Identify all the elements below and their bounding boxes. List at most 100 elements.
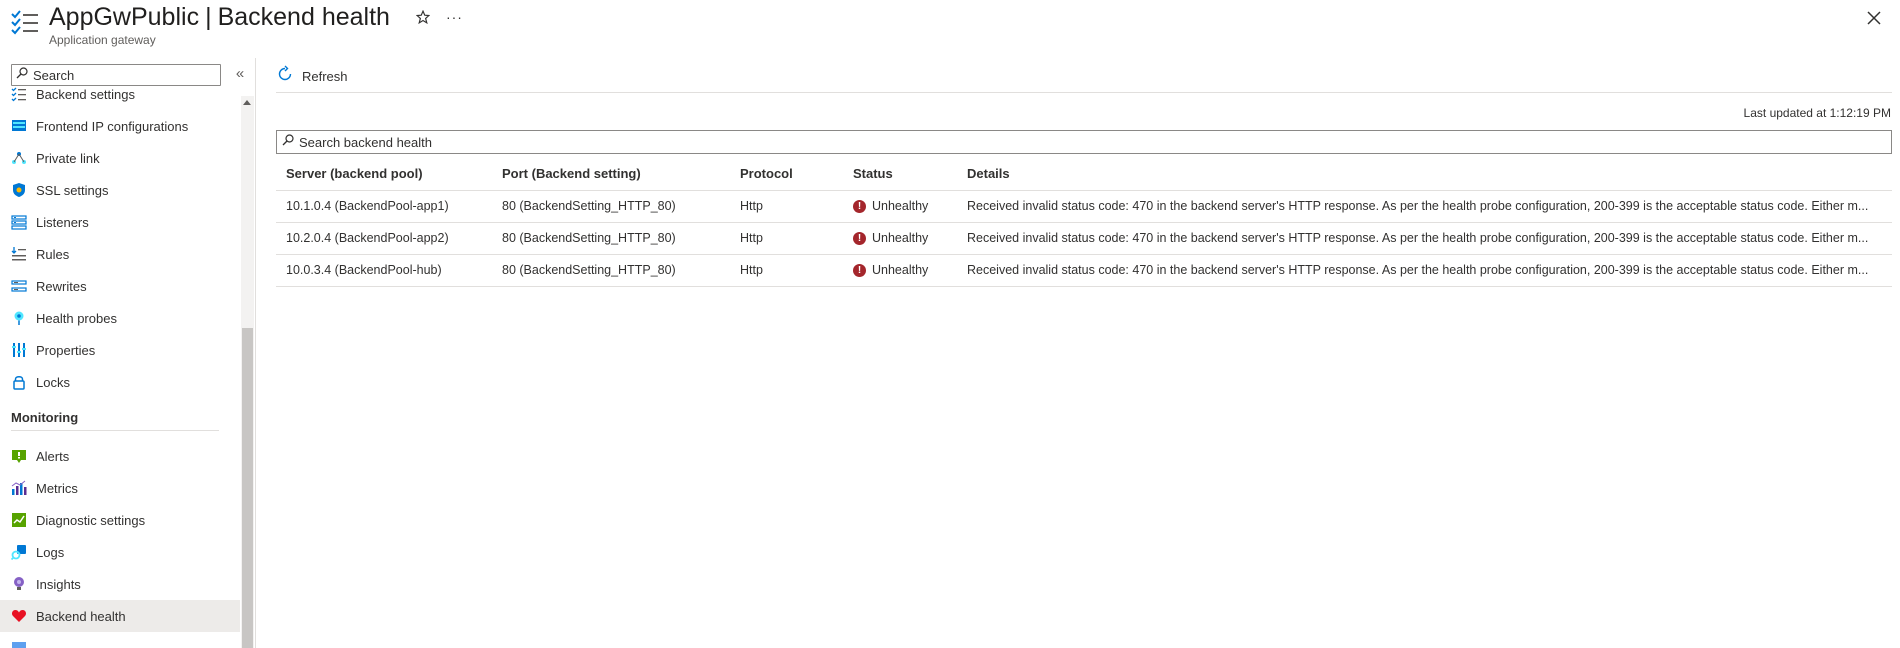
frontend-ip-icon xyxy=(11,118,27,134)
resource-type-subtitle: Application gateway xyxy=(49,33,156,47)
error-icon: ! xyxy=(853,199,866,213)
menu-item-label: Diagnostic settings xyxy=(36,512,146,528)
server-cell: 10.1.0.4 (BackendPool-app1) xyxy=(276,189,492,222)
menu-search-input[interactable] xyxy=(33,67,213,83)
refresh-label: Refresh xyxy=(302,68,348,84)
refresh-icon xyxy=(276,65,294,88)
favorite-star-icon[interactable] xyxy=(412,6,434,28)
more-options-button[interactable]: ··· xyxy=(446,10,463,24)
column-header-details[interactable]: Details xyxy=(957,158,1892,190)
properties-icon xyxy=(11,342,27,358)
menu-item-label: Health probes xyxy=(36,310,117,326)
menu-item-properties[interactable]: Properties xyxy=(0,334,240,366)
status-cell: ! Unhealthy xyxy=(843,189,957,222)
toolbar-divider xyxy=(276,92,1892,93)
listeners-icon xyxy=(11,214,27,230)
column-header-status[interactable]: Status xyxy=(843,158,957,190)
backend-health-table: Server (backend pool) Port (Backend sett… xyxy=(276,158,1892,287)
lock-icon xyxy=(11,374,27,390)
menu-item-label: Listeners xyxy=(36,214,89,230)
menu-item-label: Backend settings xyxy=(36,86,136,102)
menu-item-label: Backend health xyxy=(36,608,126,624)
menu-item-backend-health[interactable]: Backend health xyxy=(0,600,240,632)
search-icon xyxy=(16,66,28,84)
column-header-port[interactable]: Port (Backend setting) xyxy=(492,158,730,190)
collapse-menu-button[interactable]: « xyxy=(232,64,248,84)
menu-item-label: Alerts xyxy=(36,448,70,464)
menu-item-label: SSL settings xyxy=(36,182,109,198)
private-link-icon xyxy=(11,150,27,166)
protocol-cell: Http xyxy=(730,253,843,287)
menu-list: Backend settings Frontend IP configurati… xyxy=(0,86,240,648)
menu-item-listeners[interactable]: Listeners xyxy=(0,206,240,238)
menu-item-diagnostic-settings[interactable]: Diagnostic settings xyxy=(0,504,240,536)
search-icon xyxy=(282,133,294,151)
ssl-shield-icon xyxy=(11,182,27,198)
diagnostic-settings-icon xyxy=(11,512,27,528)
table-row[interactable]: 10.2.0.4 (BackendPool-app2) 80 (BackendS… xyxy=(276,221,1892,254)
section-divider xyxy=(11,430,219,431)
logs-icon xyxy=(11,544,27,560)
title-bar: AppGwPublic | Backend health ··· xyxy=(49,1,463,33)
table-row[interactable]: 10.0.3.4 (BackendPool-hub) 80 (BackendSe… xyxy=(276,253,1892,287)
menu-item-rules[interactable]: Rules xyxy=(0,238,240,270)
partial-item-icon xyxy=(11,640,27,648)
column-header-server[interactable]: Server (backend pool) xyxy=(276,158,492,190)
status-text: Unhealthy xyxy=(872,263,929,277)
port-cell: 80 (BackendSetting_HTTP_80) xyxy=(492,253,730,287)
resource-name: AppGwPublic xyxy=(49,3,200,31)
menu-item-rewrites[interactable]: Rewrites xyxy=(0,270,240,302)
menu-item-logs[interactable]: Logs xyxy=(0,536,240,568)
protocol-cell: Http xyxy=(730,189,843,222)
refresh-button[interactable]: Refresh xyxy=(276,64,348,88)
menu-item-locks[interactable]: Locks xyxy=(0,366,240,398)
error-icon: ! xyxy=(853,263,866,277)
port-cell: 80 (BackendSetting_HTTP_80) xyxy=(492,189,730,222)
menu-item-health-probes[interactable]: Health probes xyxy=(0,302,240,334)
title-separator: | xyxy=(205,3,212,31)
menu-item-label: Locks xyxy=(36,374,70,390)
menu-item-private-link[interactable]: Private link xyxy=(0,142,240,174)
details-cell: Received invalid status code: 470 in the… xyxy=(957,189,1892,222)
section-header-monitoring: Monitoring xyxy=(11,410,79,425)
menu-item-frontend-ip[interactable]: Frontend IP configurations xyxy=(0,110,240,142)
application-gateway-icon xyxy=(10,8,40,38)
menu-item-label: Rewrites xyxy=(36,278,87,294)
blade-header: AppGwPublic | Backend health ··· Applicati… xyxy=(0,0,1900,58)
status-text: Unhealthy xyxy=(872,231,929,245)
menu-item-next-partial[interactable] xyxy=(0,632,240,648)
details-cell: Received invalid status code: 470 in the… xyxy=(957,221,1892,254)
backend-health-search-box[interactable] xyxy=(276,130,1892,154)
menu-item-insights[interactable]: Insights xyxy=(0,568,240,600)
last-updated-text: Last updated at 1:12:19 PM xyxy=(1743,106,1891,120)
close-icon[interactable] xyxy=(1862,6,1886,30)
scrollbar-thumb[interactable] xyxy=(242,328,253,648)
menu-search-box[interactable] xyxy=(11,64,221,86)
health-probes-icon xyxy=(11,310,27,326)
status-cell: ! Unhealthy xyxy=(843,253,957,287)
column-header-protocol[interactable]: Protocol xyxy=(730,158,843,190)
server-cell: 10.0.3.4 (BackendPool-hub) xyxy=(276,253,492,287)
menu-item-label: Frontend IP configurations xyxy=(36,118,189,134)
table-header-row: Server (backend pool) Port (Backend sett… xyxy=(276,158,1892,190)
table-row[interactable]: 10.1.0.4 (BackendPool-app1) 80 (BackendS… xyxy=(276,189,1892,222)
error-icon: ! xyxy=(853,231,866,245)
details-cell: Received invalid status code: 470 in the… xyxy=(957,253,1892,287)
menu-scrollbar[interactable] xyxy=(241,96,254,648)
menu-item-ssl-settings[interactable]: SSL settings xyxy=(0,174,240,206)
status-cell: ! Unhealthy xyxy=(843,221,957,254)
insights-icon xyxy=(11,576,27,592)
menu-item-alerts[interactable]: Alerts xyxy=(0,440,240,472)
rules-icon xyxy=(11,246,27,262)
menu-item-label: Insights xyxy=(36,576,81,592)
alerts-icon xyxy=(11,448,27,464)
scroll-up-arrow-icon[interactable] xyxy=(243,100,251,105)
menu-item-label: Rules xyxy=(36,246,70,262)
server-cell: 10.2.0.4 (BackendPool-app2) xyxy=(276,221,492,254)
menu-item-backend-settings[interactable]: Backend settings xyxy=(0,86,240,110)
menu-item-metrics[interactable]: Metrics xyxy=(0,472,240,504)
main-content: Refresh Last updated at 1:12:19 PM Serve… xyxy=(256,58,1900,648)
backend-settings-icon xyxy=(11,86,27,102)
backend-health-search-input[interactable] xyxy=(299,134,1879,150)
rewrites-icon xyxy=(11,278,27,294)
